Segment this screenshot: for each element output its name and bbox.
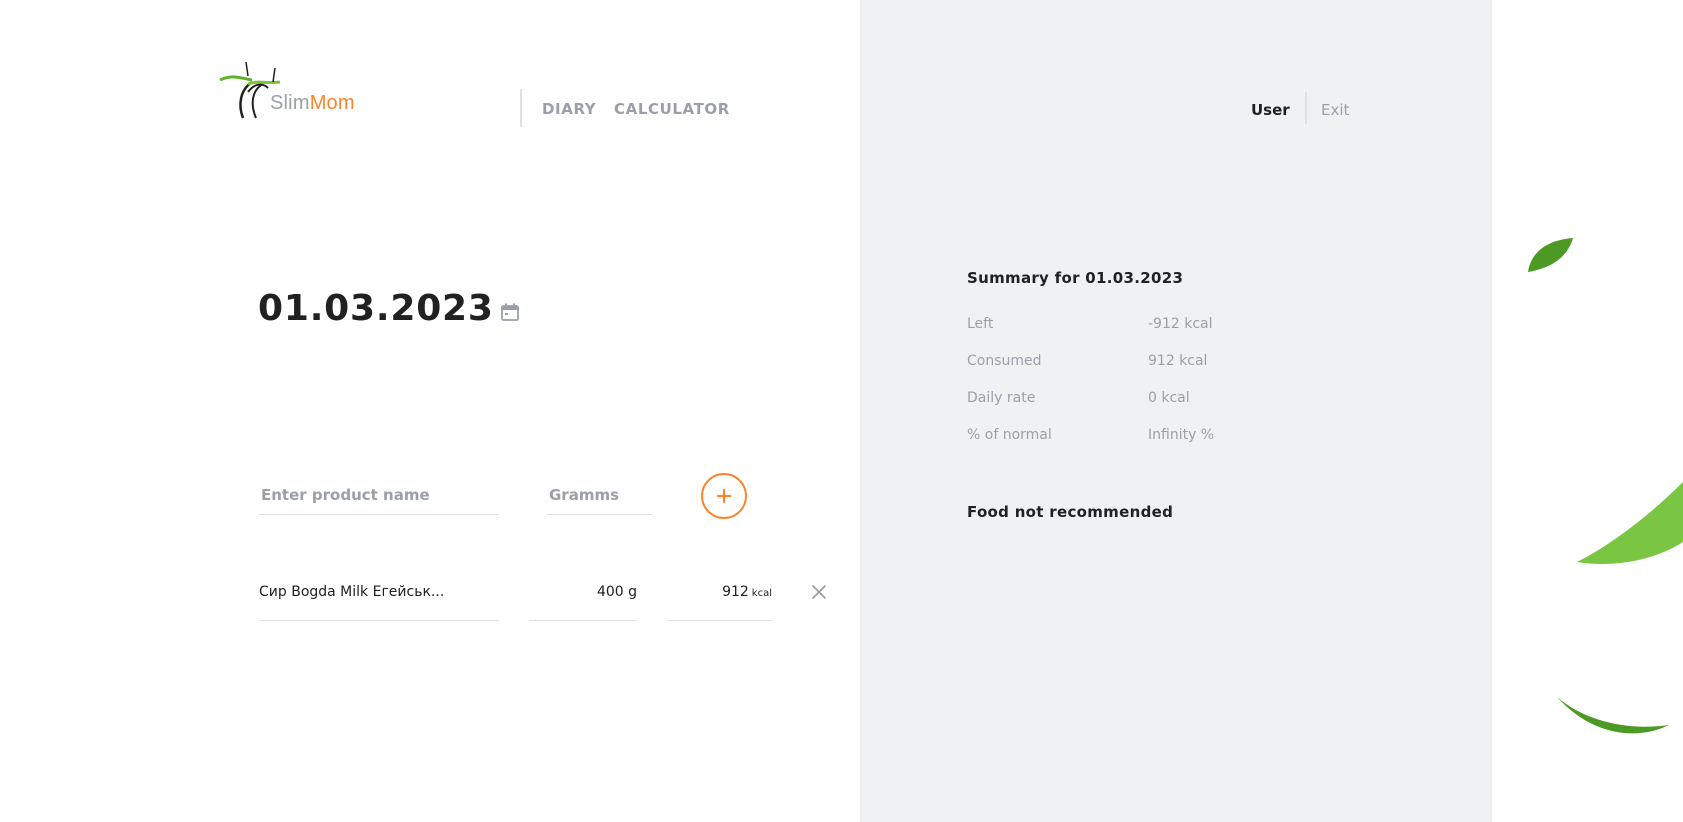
header-divider [520,89,522,127]
user-divider [1305,92,1307,124]
add-product-button[interactable] [701,473,747,519]
summary-label-left: Left [967,316,994,332]
summary-label-daily-rate: Daily rate [967,390,1036,406]
summary-value-consumed: 912 kcal [1148,353,1208,369]
summary-value-daily-rate: 0 kcal [1148,390,1190,406]
entry-kcal-unit: kcal [751,588,772,599]
logo-text: SlimMom [270,92,355,114]
summary-panel [860,0,1492,822]
entry-grams: 400 g [529,584,637,621]
nav-calculator[interactable]: CALCULATOR [614,100,730,118]
close-icon[interactable] [810,583,828,601]
summary-label-percent: % of normal [967,427,1052,443]
leaf-decoration [1528,238,1573,272]
product-name-input[interactable] [259,486,499,515]
diary-date: 01.03.2023 [258,288,494,329]
grams-input[interactable] [547,486,652,515]
food-not-recommended-title: Food not recommended [967,503,1174,521]
summary-value-percent: Infinity % [1148,427,1215,443]
leaf-decoration [1577,482,1683,564]
summary-label-consumed: Consumed [967,353,1042,369]
exit-link[interactable]: Exit [1321,101,1349,119]
calendar-icon[interactable] [500,302,520,322]
nav-diary[interactable]: DIARY [542,100,596,118]
user-name: User [1251,101,1290,119]
logo[interactable]: SlimMom [218,60,368,120]
leaf-decoration [1557,697,1669,734]
summary-title: Summary for 01.03.2023 [967,269,1184,287]
summary-value-left: -912 kcal [1148,316,1213,332]
plus-icon [717,489,731,503]
entry-kcal-value: 912 [722,584,749,600]
entry-kcal: 912 kcal [667,584,772,621]
entry-product-name: Сир Bogda Milk Егейськ... [259,584,499,621]
